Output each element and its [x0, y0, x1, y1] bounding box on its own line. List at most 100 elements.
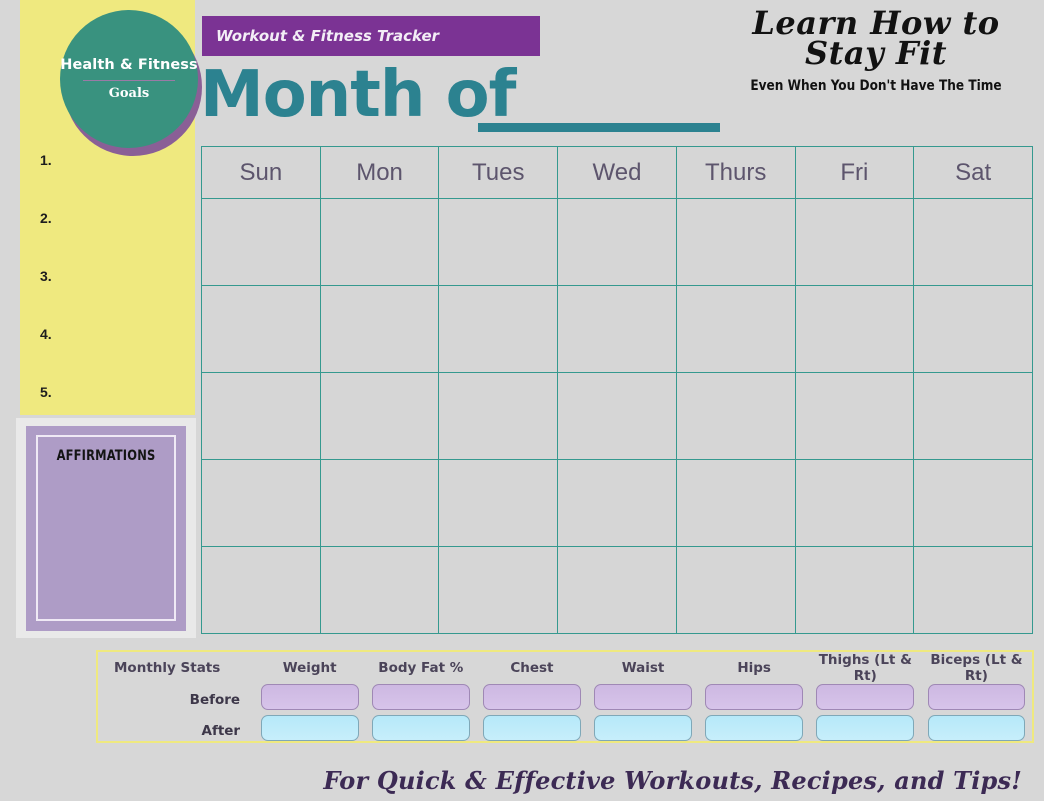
page-title: Month of: [200, 58, 516, 132]
calendar-day-cell[interactable]: [913, 285, 1033, 373]
goals-badge-circle: Health & Fitness Goals: [60, 10, 198, 148]
calendar-day-cell[interactable]: [438, 546, 559, 634]
calendar-day-cell[interactable]: [794, 546, 915, 634]
goals-badge-divider: [83, 79, 175, 81]
calendar-day-cell[interactable]: [794, 372, 915, 460]
stats-cell-before-hips[interactable]: [699, 684, 810, 715]
calendar-day-cell[interactable]: [557, 546, 677, 634]
calendar-day-cell[interactable]: [557, 459, 677, 547]
calendar-day-cell[interactable]: [201, 372, 321, 460]
day-header-fri: Fri: [794, 146, 915, 199]
calendar-week-row: [201, 546, 1033, 634]
stats-input-before-biceps[interactable]: [927, 684, 1026, 710]
calendar-week-row: [201, 372, 1033, 460]
footer-tagline: For Quick & Effective Workouts, Recipes,…: [323, 766, 1022, 795]
affirmations-box[interactable]: AFFIRMATIONS: [26, 426, 186, 631]
stats-input-before-body-fat[interactable]: [371, 684, 470, 710]
goal-entry-2[interactable]: 2.: [20, 210, 195, 268]
calendar-week-row: [201, 198, 1033, 286]
calendar-day-cell[interactable]: [319, 546, 440, 634]
stats-input-before-weight[interactable]: [260, 684, 359, 710]
stats-input-before-waist[interactable]: [594, 684, 692, 710]
stats-column-chest: Chest: [510, 660, 554, 676]
stats-cell-after-body-fat[interactable]: [365, 715, 476, 746]
stats-cell-after-chest[interactable]: [476, 715, 587, 746]
goals-badge: Health & Fitness Goals: [56, 8, 208, 160]
stats-cell-after-thighs[interactable]: [810, 715, 921, 746]
calendar-day-cell[interactable]: [675, 459, 796, 547]
goals-badge-title: Health & Fitness: [60, 57, 198, 74]
affirmations-card: AFFIRMATIONS: [16, 418, 196, 638]
stats-cell-before-thighs[interactable]: [810, 684, 921, 715]
stats-row-label-after: After: [201, 722, 241, 739]
calendar-day-cell[interactable]: [794, 198, 915, 286]
stats-cell-after-waist[interactable]: [587, 715, 698, 746]
stats-input-after-waist[interactable]: [594, 715, 692, 741]
stats-input-before-thighs[interactable]: [816, 684, 915, 710]
calendar-day-cell[interactable]: [675, 372, 796, 460]
stats-cell-before-biceps[interactable]: [921, 684, 1032, 715]
goal-entry-3[interactable]: 3.: [20, 268, 195, 326]
stats-input-after-thighs[interactable]: [816, 715, 915, 741]
brand-line-2: Stay Fit: [804, 34, 947, 73]
day-header-thurs: Thurs: [675, 146, 796, 199]
calendar-day-cell[interactable]: [913, 546, 1033, 634]
calendar-day-cell[interactable]: [319, 459, 440, 547]
stats-input-before-hips[interactable]: [705, 684, 804, 710]
calendar-day-cell[interactable]: [913, 372, 1033, 460]
stats-cell-after-weight[interactable]: [254, 715, 365, 746]
calendar-grid: Sun Mon Tues Wed Thurs Fri Sat: [201, 146, 1033, 634]
stats-column-thighs: Thighs (Lt & Rt): [818, 652, 912, 684]
calendar-day-cell[interactable]: [319, 285, 440, 373]
calendar-day-cell[interactable]: [201, 285, 321, 373]
stats-column-biceps: Biceps (Lt & Rt): [930, 652, 1023, 684]
stats-input-after-weight[interactable]: [260, 715, 359, 741]
day-header-wed: Wed: [557, 146, 677, 199]
calendar-day-cell[interactable]: [438, 285, 559, 373]
day-header-sat: Sat: [913, 146, 1033, 199]
stats-column-waist: Waist: [621, 660, 665, 676]
calendar-day-cell[interactable]: [913, 459, 1033, 547]
calendar-day-cell[interactable]: [438, 372, 559, 460]
calendar-day-cell[interactable]: [913, 198, 1033, 286]
calendar-day-cell[interactable]: [675, 198, 796, 286]
stats-row-after: After: [98, 715, 1032, 746]
calendar-day-cell[interactable]: [557, 198, 677, 286]
calendar-day-cell[interactable]: [201, 459, 321, 547]
stats-cell-after-hips[interactable]: [699, 715, 810, 746]
calendar-day-cell[interactable]: [675, 546, 796, 634]
calendar-day-cell[interactable]: [675, 285, 796, 373]
calendar-day-cell[interactable]: [557, 285, 677, 373]
calendar-day-cell[interactable]: [438, 459, 559, 547]
stats-input-after-biceps[interactable]: [927, 715, 1026, 741]
calendar-day-cell[interactable]: [794, 459, 915, 547]
stats-cell-before-waist[interactable]: [587, 684, 698, 715]
goal-entry-1[interactable]: 1.: [20, 152, 195, 210]
stats-cell-before-body-fat[interactable]: [365, 684, 476, 715]
calendar-week-row: [201, 459, 1033, 547]
stats-corner-label: Monthly Stats: [114, 660, 221, 676]
stats-cell-before-chest[interactable]: [476, 684, 587, 715]
stats-input-after-chest[interactable]: [483, 715, 581, 741]
stats-input-before-chest[interactable]: [483, 684, 581, 710]
calendar-day-cell[interactable]: [557, 372, 677, 460]
stats-input-after-body-fat[interactable]: [371, 715, 470, 741]
stats-header-row: Monthly Stats Weight Body Fat % Chest Wa…: [98, 652, 1032, 684]
calendar-day-cell[interactable]: [201, 546, 321, 634]
stats-row-before: Before: [98, 684, 1032, 715]
affirmations-title: AFFIRMATIONS: [56, 448, 156, 464]
stats-column-weight: Weight: [282, 660, 337, 676]
calendar-day-cell[interactable]: [319, 372, 440, 460]
calendar-day-cell[interactable]: [201, 198, 321, 286]
month-name-blank-field[interactable]: [478, 123, 720, 132]
stats-column-body-fat: Body Fat %: [378, 660, 464, 676]
goal-entry-4[interactable]: 4.: [20, 326, 195, 384]
tracker-banner-label: Workout & Fitness Tracker: [216, 27, 440, 45]
stats-input-after-hips[interactable]: [705, 715, 804, 741]
calendar-day-cell[interactable]: [319, 198, 440, 286]
brand-block: Learn How to Stay Fit Even When You Don'…: [726, 7, 1026, 94]
calendar-day-cell[interactable]: [438, 198, 559, 286]
stats-cell-before-weight[interactable]: [254, 684, 365, 715]
calendar-day-cell[interactable]: [794, 285, 915, 373]
stats-cell-after-biceps[interactable]: [921, 715, 1032, 746]
